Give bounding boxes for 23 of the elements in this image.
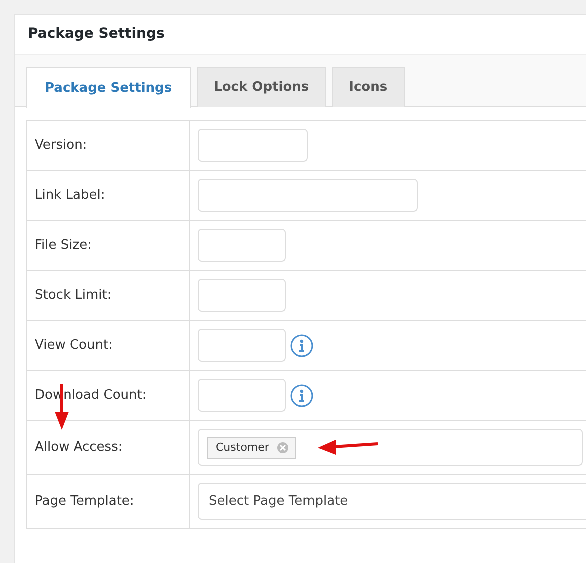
field-label: File Size: <box>35 238 92 253</box>
remove-icon[interactable] <box>277 442 290 454</box>
field-label: View Count: <box>35 338 113 353</box>
text-field[interactable] <box>198 179 418 212</box>
field-label: Stock Limit: <box>35 288 112 303</box>
field-label: Link Label: <box>35 188 106 203</box>
field-label: Page Template: <box>35 494 134 509</box>
tab[interactable]: Icons <box>332 67 405 107</box>
text-field[interactable] <box>198 379 286 412</box>
template-select[interactable]: Select Page Template <box>198 483 586 520</box>
tab[interactable]: Lock Options <box>197 67 326 107</box>
info-icon[interactable] <box>290 334 314 358</box>
tag-chip: Customer <box>207 436 296 458</box>
text-field[interactable] <box>198 129 308 162</box>
tab[interactable]: Package Settings <box>26 67 192 108</box>
field-label: Version: <box>35 138 88 153</box>
tag-field[interactable]: Customer <box>198 429 583 466</box>
annotation-arrow <box>316 438 380 456</box>
text-field[interactable] <box>198 329 286 362</box>
info-icon[interactable] <box>290 384 314 408</box>
field-label: Allow Access: <box>35 440 123 455</box>
text-field[interactable] <box>198 229 286 262</box>
text-field[interactable] <box>198 279 286 312</box>
